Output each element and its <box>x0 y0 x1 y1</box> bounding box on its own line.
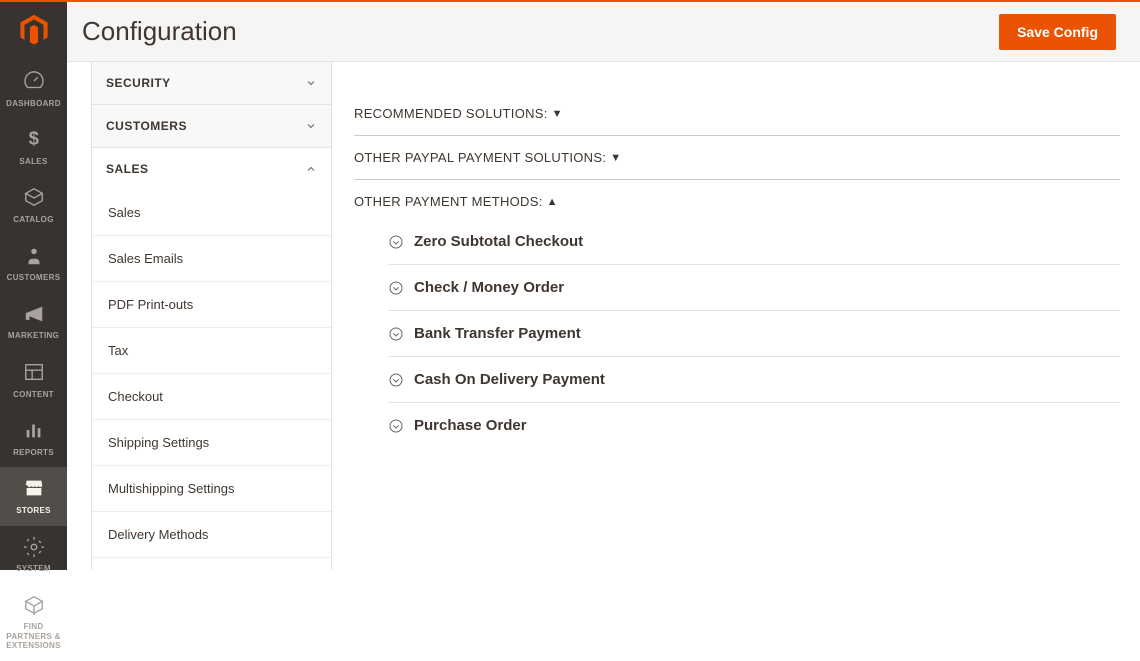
nav-label: CATALOG <box>13 215 53 225</box>
expand-circle-icon <box>388 280 404 296</box>
chevron-down-icon <box>305 77 317 89</box>
sidebar-section-sales: SALES Sales Sales Emails PDF Print-outs … <box>91 148 332 570</box>
save-config-button[interactable]: Save Config <box>999 14 1116 50</box>
section-label: CUSTOMERS <box>106 119 187 133</box>
chevron-down-icon <box>305 120 317 132</box>
nav-label: REPORTS <box>13 448 54 458</box>
nav-label: FIND PARTNERS & EXTENSIONS <box>2 622 65 651</box>
method-row[interactable]: Check / Money Order <box>388 265 1120 311</box>
gauge-icon <box>23 70 45 95</box>
section-recommended: RECOMMENDED SOLUTIONS: ▼ <box>354 92 1120 136</box>
admin-left-nav: DASHBOARD $ SALES CATALOG CUSTOMERS MARK… <box>0 0 67 570</box>
svg-text:$: $ <box>28 128 38 149</box>
nav-reports[interactable]: REPORTS <box>0 409 67 467</box>
method-row[interactable]: Cash On Delivery Payment <box>388 357 1120 403</box>
bar-chart-icon <box>23 419 45 444</box>
expand-circle-icon <box>388 234 404 250</box>
expand-circle-icon <box>388 326 404 342</box>
sub-item-multishipping[interactable]: Multishipping Settings <box>92 465 331 511</box>
method-name: Zero Subtotal Checkout <box>414 233 583 250</box>
section-recommended-header[interactable]: RECOMMENDED SOLUTIONS: ▼ <box>354 106 1120 121</box>
main-content: RECOMMENDED SOLUTIONS: ▼ OTHER PAYPAL PA… <box>354 62 1120 570</box>
nav-content[interactable]: CONTENT <box>0 351 67 409</box>
nav-system[interactable]: SYSTEM <box>0 526 67 584</box>
nav-dashboard[interactable]: DASHBOARD <box>0 60 67 118</box>
magento-logo[interactable] <box>0 0 67 60</box>
method-row[interactable]: Zero Subtotal Checkout <box>388 219 1120 265</box>
person-icon <box>23 245 45 270</box>
section-header-customers[interactable]: CUSTOMERS <box>92 105 331 147</box>
payment-methods-list: Zero Subtotal Checkout Check / Money Ord… <box>354 209 1120 448</box>
nav-label: SYSTEM <box>16 564 51 574</box>
expand-circle-icon <box>388 372 404 388</box>
arrow-down-icon: ▼ <box>610 152 621 164</box>
sub-item-delivery[interactable]: Delivery Methods <box>92 511 331 557</box>
sub-item-pdf[interactable]: PDF Print-outs <box>92 281 331 327</box>
config-sidebar: SECURITY CUSTOMERS SALES Sales Sales Ema… <box>91 62 332 570</box>
sub-item-sales[interactable]: Sales <box>92 190 331 235</box>
gear-icon <box>23 536 45 561</box>
section-label: SECURITY <box>106 76 171 90</box>
section-other-paypal: OTHER PAYPAL PAYMENT SOLUTIONS: ▼ <box>354 136 1120 180</box>
method-name: Check / Money Order <box>414 279 564 296</box>
sales-sub-items: Sales Sales Emails PDF Print-outs Tax Ch… <box>92 190 331 570</box>
nav-sales[interactable]: $ SALES <box>0 118 67 176</box>
nav-marketing[interactable]: MARKETING <box>0 293 67 351</box>
method-name: Bank Transfer Payment <box>414 325 581 342</box>
method-row[interactable]: Purchase Order <box>388 403 1120 448</box>
sub-item-checkout[interactable]: Checkout <box>92 373 331 419</box>
method-name: Cash On Delivery Payment <box>414 371 605 388</box>
expand-circle-icon <box>388 418 404 434</box>
nav-label: SALES <box>19 157 47 167</box>
section-title: RECOMMENDED SOLUTIONS: <box>354 106 548 121</box>
chevron-up-icon <box>305 163 317 175</box>
sub-item-shipping[interactable]: Shipping Settings <box>92 419 331 465</box>
section-header-sales[interactable]: SALES <box>92 148 331 190</box>
nav-customers[interactable]: CUSTOMERS <box>0 235 67 293</box>
nav-label: CUSTOMERS <box>7 273 61 283</box>
section-label: SALES <box>106 162 149 176</box>
layout-icon <box>23 361 45 386</box>
sub-item-tax[interactable]: Tax <box>92 327 331 373</box>
section-other-paypal-header[interactable]: OTHER PAYPAL PAYMENT SOLUTIONS: ▼ <box>354 150 1120 165</box>
method-row[interactable]: Bank Transfer Payment <box>388 311 1120 357</box>
nav-label: MARKETING <box>8 331 59 341</box>
sidebar-section-security: SECURITY <box>91 62 332 105</box>
sidebar-section-customers: CUSTOMERS <box>91 105 332 148</box>
nav-label: DASHBOARD <box>6 99 61 109</box>
dollar-icon: $ <box>23 128 45 153</box>
puzzle-icon <box>23 594 45 619</box>
magento-logo-icon <box>17 13 51 47</box>
nav-partners[interactable]: FIND PARTNERS & EXTENSIONS <box>0 584 67 661</box>
section-title: OTHER PAYPAL PAYMENT SOLUTIONS: <box>354 150 606 165</box>
section-title: OTHER PAYMENT METHODS: <box>354 194 543 209</box>
megaphone-icon <box>23 303 45 328</box>
section-other-payment-header[interactable]: OTHER PAYMENT METHODS: ▲ <box>354 194 1120 209</box>
arrow-up-icon: ▲ <box>547 196 558 208</box>
section-other-payment: OTHER PAYMENT METHODS: ▲ Zero Subtotal C… <box>354 180 1120 462</box>
top-accent-bar <box>0 0 1140 2</box>
sub-item-google-api[interactable]: Google API <box>92 557 331 570</box>
sub-item-sales-emails[interactable]: Sales Emails <box>92 235 331 281</box>
nav-stores[interactable]: STORES <box>0 467 67 525</box>
box-icon <box>23 186 45 211</box>
page-title: Configuration <box>82 16 237 47</box>
page-header: Configuration Save Config <box>67 2 1140 62</box>
nav-label: CONTENT <box>13 390 54 400</box>
arrow-down-icon: ▼ <box>552 108 563 120</box>
method-name: Purchase Order <box>414 417 527 434</box>
nav-catalog[interactable]: CATALOG <box>0 176 67 234</box>
store-icon <box>23 477 45 502</box>
section-header-security[interactable]: SECURITY <box>92 62 331 104</box>
nav-label: STORES <box>16 506 51 516</box>
